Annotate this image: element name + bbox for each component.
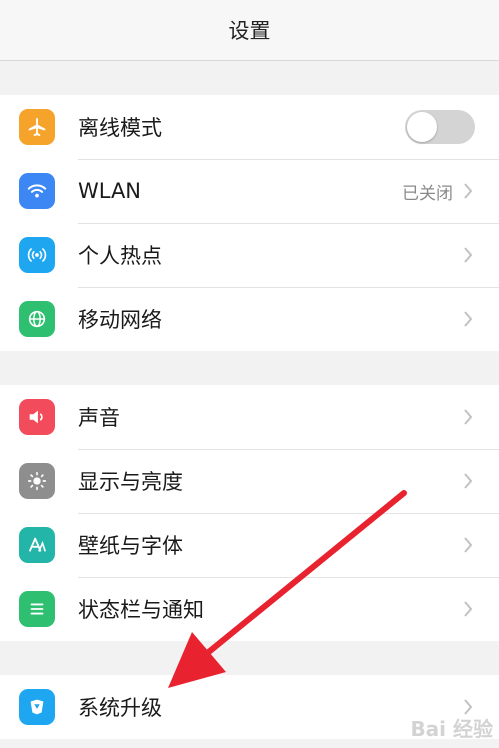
toggle-knob bbox=[407, 112, 437, 142]
settings-item-wallpaper-font[interactable]: 壁纸与字体 bbox=[0, 513, 499, 577]
settings-item-label: 显示与亮度 bbox=[78, 470, 183, 494]
settings-item-statusbar-notification[interactable]: 状态栏与通知 bbox=[0, 577, 499, 641]
airplane-icon bbox=[19, 109, 55, 145]
navigation-bar: 设置 bbox=[0, 0, 499, 61]
globe-icon bbox=[19, 301, 55, 337]
font-icon bbox=[19, 527, 55, 563]
brightness-icon bbox=[19, 463, 55, 499]
settings-item-sound[interactable]: 声音 bbox=[0, 385, 499, 449]
settings-item-wlan[interactable]: WLAN 已关闭 bbox=[0, 159, 499, 223]
speaker-icon bbox=[19, 399, 55, 435]
settings-item-offline-mode[interactable]: 离线模式 bbox=[0, 95, 499, 159]
settings-item-mobile-network[interactable]: 移动网络 bbox=[0, 287, 499, 351]
notification-list-icon bbox=[19, 591, 55, 627]
wifi-icon bbox=[19, 173, 55, 209]
settings-item-display-brightness[interactable]: 显示与亮度 bbox=[0, 449, 499, 513]
chevron-right-icon bbox=[461, 537, 475, 553]
chevron-right-icon bbox=[461, 247, 475, 263]
chevron-right-icon bbox=[461, 311, 475, 327]
wlan-status-value: 已关闭 bbox=[402, 183, 453, 204]
settings-item-label: 离线模式 bbox=[78, 116, 162, 140]
settings-item-label: WLAN bbox=[78, 179, 142, 203]
chevron-right-icon bbox=[461, 409, 475, 425]
section-gap bbox=[0, 61, 499, 95]
chevron-right-icon bbox=[461, 699, 475, 715]
page-title: 设置 bbox=[228, 19, 271, 43]
section-gap bbox=[0, 351, 499, 385]
settings-item-personal-hotspot[interactable]: 个人热点 bbox=[0, 223, 499, 287]
system-update-icon bbox=[19, 689, 55, 725]
settings-group-network: 离线模式 WLAN 已关闭 个人热点 移动网络 bbox=[0, 95, 499, 351]
watermark-logo: Bai 经验 bbox=[410, 717, 493, 741]
settings-item-label: 声音 bbox=[78, 406, 120, 430]
settings-item-label: 壁纸与字体 bbox=[78, 534, 183, 558]
chevron-right-icon bbox=[461, 601, 475, 617]
settings-item-label: 个人热点 bbox=[78, 244, 162, 268]
chevron-right-icon bbox=[461, 473, 475, 489]
section-gap bbox=[0, 641, 499, 675]
hotspot-icon bbox=[19, 237, 55, 273]
settings-item-label: 系统升级 bbox=[78, 696, 162, 720]
chevron-right-icon bbox=[461, 183, 475, 199]
offline-mode-toggle[interactable] bbox=[405, 110, 475, 144]
settings-item-label: 状态栏与通知 bbox=[78, 598, 204, 622]
settings-group-display: 声音 显示与亮度 壁纸与字体 状态栏与通知 bbox=[0, 385, 499, 641]
settings-screen: 设置 离线模式 WLAN 已关闭 个人热点 移动网络 声音 显示与亮度 壁纸与字… bbox=[0, 0, 499, 748]
settings-item-label: 移动网络 bbox=[78, 308, 162, 332]
